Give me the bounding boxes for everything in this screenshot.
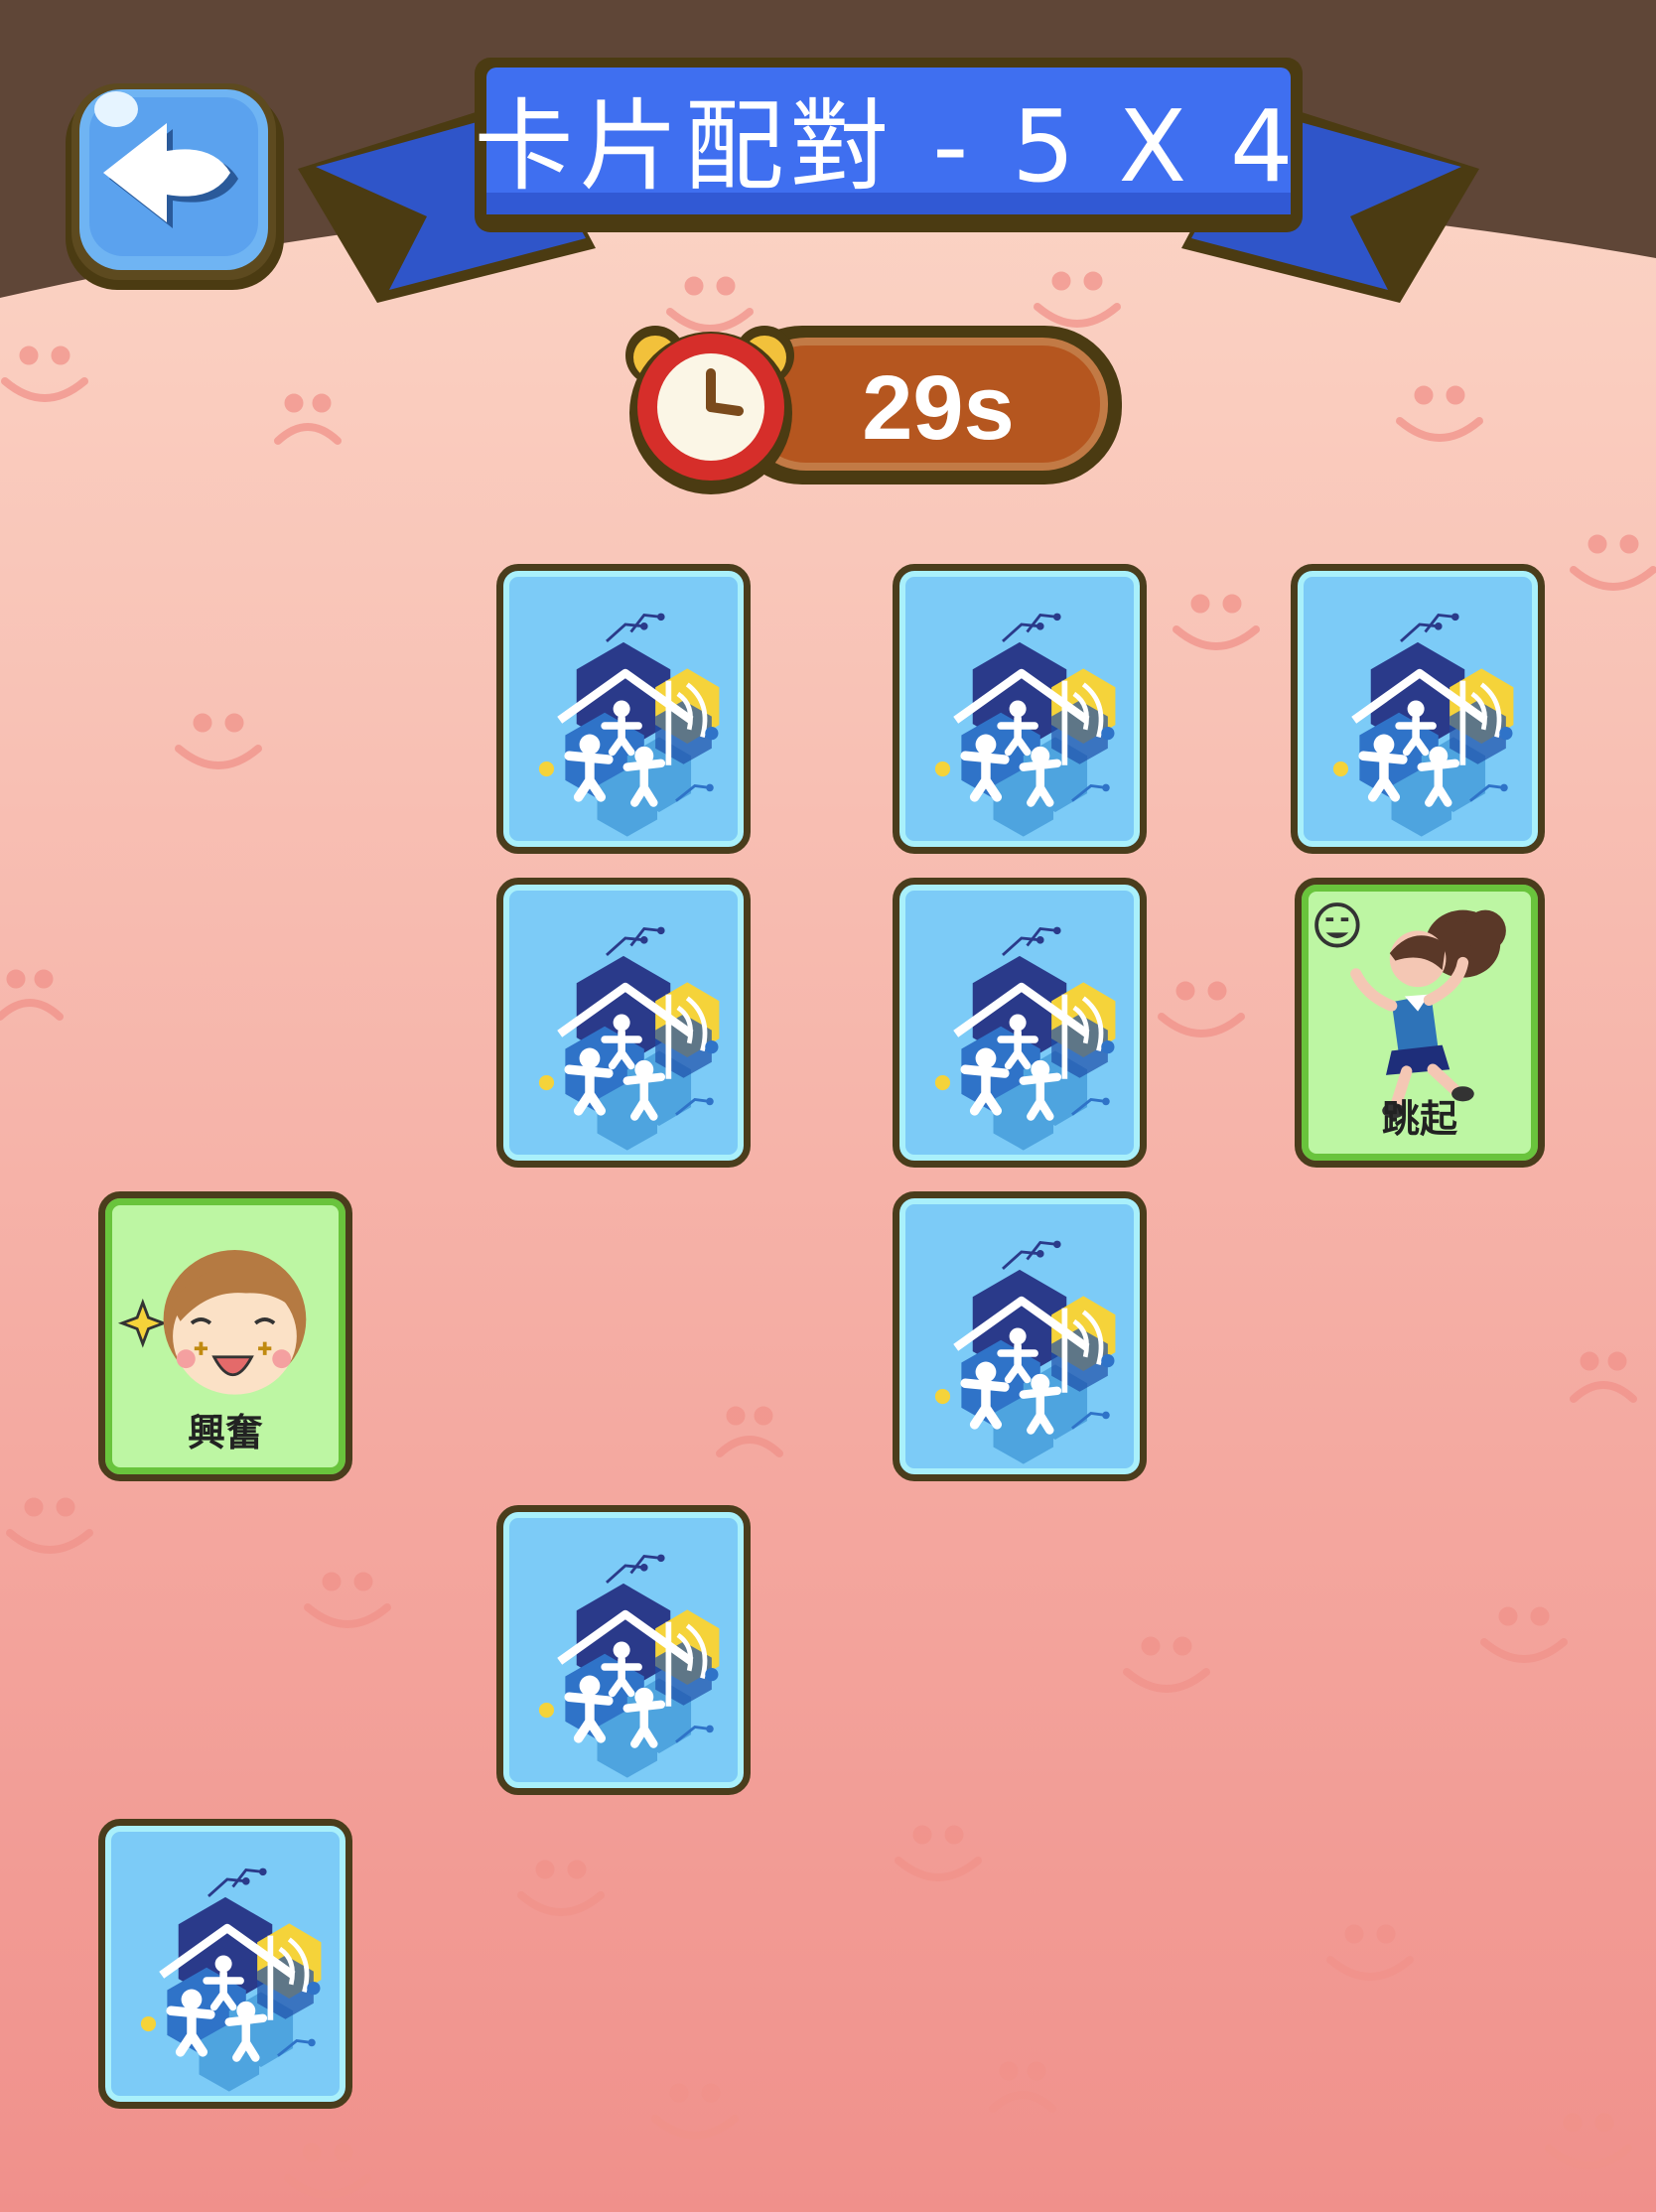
card-face-down[interactable] — [893, 1191, 1147, 1481]
card-back-logo-icon — [899, 1198, 1140, 1474]
card-face-down[interactable] — [496, 1505, 751, 1795]
card-back-logo-icon — [105, 1826, 345, 2102]
card-face-down[interactable] — [893, 564, 1147, 854]
card-back-logo-icon — [1298, 571, 1538, 847]
card-face-down[interactable] — [98, 1819, 352, 2109]
card-back-logo-icon — [503, 885, 744, 1161]
back-button[interactable] — [62, 79, 286, 292]
card-face-down[interactable] — [893, 878, 1147, 1168]
game-screen: 卡片配對 - 5 X 4 29s 跳起 興奮 — [0, 0, 1656, 2212]
page-title: 卡片配對 - 5 X 4 — [474, 87, 1300, 205]
card-label: 興奮 — [187, 1411, 263, 1454]
card-face-up-jump[interactable]: 跳起 — [1295, 878, 1545, 1168]
card-back-logo-icon — [503, 571, 744, 847]
alarm-clock-icon — [625, 326, 794, 494]
card-face-up-excited[interactable]: 興奮 — [98, 1191, 352, 1481]
card-back-logo-icon — [503, 1512, 744, 1788]
card-label: 跳起 — [1381, 1097, 1457, 1141]
card-face-down[interactable] — [1291, 564, 1545, 854]
card-face-down[interactable] — [496, 564, 751, 854]
card-back-logo-icon — [899, 885, 1140, 1161]
timer-value: 29s — [862, 356, 1015, 459]
card-back-logo-icon — [899, 571, 1140, 847]
card-face-down[interactable] — [496, 878, 751, 1168]
